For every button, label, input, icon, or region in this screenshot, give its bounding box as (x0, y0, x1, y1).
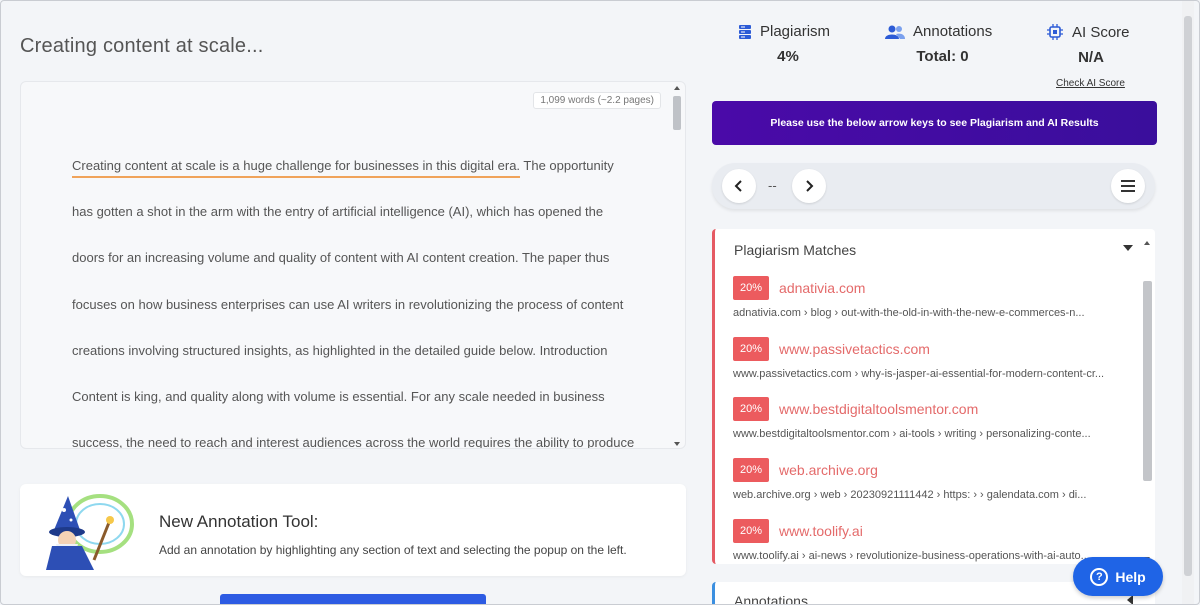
match-percent-badge: 20% (733, 397, 770, 421)
match-domain-link[interactable]: adnativia.com (779, 280, 865, 296)
chevron-right-icon (806, 180, 814, 192)
window-scrollbar[interactable] (1182, 1, 1194, 604)
help-button[interactable]: ? Help (1073, 557, 1163, 596)
word-count-badge: 1,099 words (~2.2 pages) (533, 92, 661, 109)
document-editor[interactable]: 1,099 words (~2.2 pages) Creating conten… (20, 81, 686, 449)
text-line: has gotten a shot in the arm with the en… (72, 204, 604, 220)
match-domain-link[interactable]: web.archive.org (779, 462, 878, 478)
chip-icon (1047, 24, 1063, 40)
ai-score-value: N/A (1078, 49, 1104, 66)
annotation-tool-description: Add an annotation by highlighting any se… (159, 543, 627, 557)
instruction-banner: Please use the below arrow keys to see P… (712, 101, 1157, 145)
match-item[interactable]: 20% www.passivetactics.com www.passiveta… (733, 337, 1123, 380)
ai-score-stat: AI Score N/A (1046, 23, 1136, 66)
scroll-up-arrow-icon[interactable] (674, 86, 680, 90)
app-window: Creating content at scale... 1,099 words… (0, 0, 1200, 605)
annotations-stat: Annotations Total: 0 (885, 23, 1000, 65)
annotation-tool-card: New Annotation Tool: Add an annotation b… (20, 484, 686, 576)
match-percent-badge: 20% (733, 458, 770, 482)
text-line: focuses on how business enterprises can … (72, 296, 624, 312)
plagiarism-matches-title: Plagiarism Matches (734, 242, 857, 258)
match-domain-link[interactable]: www.bestdigitaltoolsmentor.com (779, 401, 978, 417)
annotations-value: Total: 0 (916, 48, 969, 65)
plagiarism-label: Plagiarism (760, 23, 831, 40)
check-ai-score-link[interactable]: Check AI Score (1056, 78, 1125, 89)
match-path: www.passivetactics.com › why-is-jasper-a… (733, 368, 1105, 380)
wizard-mascot-icon (46, 494, 134, 570)
scroll-thumb[interactable] (1143, 281, 1152, 481)
match-percent-badge: 20% (733, 276, 770, 300)
match-path: www.bestdigitaltoolsmentor.com › ai-tool… (733, 428, 1091, 440)
match-percent-badge: 20% (733, 519, 770, 543)
text-line: Creating content at scale is a huge chal… (72, 143, 632, 189)
match-item[interactable]: 20% www.toolify.ai www.toolify.ai › ai-n… (733, 519, 1123, 562)
match-path: www.toolify.ai › ai-news › revolutionize… (733, 550, 1090, 562)
plagiarism-value: 4% (777, 48, 799, 65)
highlighted-sentence[interactable]: Creating content at scale is a huge chal… (72, 158, 521, 178)
matches-scrollbar[interactable] (1141, 241, 1153, 561)
match-item[interactable]: 20% web.archive.org web.archive.org › we… (733, 458, 1123, 501)
server-stack-icon (739, 24, 751, 39)
previous-button[interactable] (722, 169, 756, 203)
match-path: web.archive.org › web › 20230921111442 ›… (733, 489, 1087, 501)
annotation-tool-title: New Annotation Tool: (159, 512, 319, 531)
instruction-banner-text: Please use the below arrow keys to see P… (770, 117, 1099, 129)
caret-down-icon[interactable] (1123, 245, 1133, 251)
annotations-label: Annotations (913, 23, 993, 40)
document-title: Creating content at scale... (20, 35, 264, 57)
text-fragment: The opportunity (520, 158, 614, 173)
window-scroll-thumb[interactable] (1184, 16, 1192, 576)
plagiarism-matches-panel: Plagiarism Matches 20% adnativia.com adn… (712, 229, 1155, 564)
document-text[interactable]: Creating content at scale is a huge chal… (72, 143, 635, 449)
caret-left-icon[interactable] (1127, 595, 1133, 604)
plagiarism-stat: Plagiarism 4% (738, 23, 838, 65)
scroll-down-arrow-icon[interactable] (674, 442, 680, 446)
ai-score-label: AI Score (1072, 23, 1130, 41)
hamburger-menu-icon (1121, 180, 1135, 192)
scroll-thumb[interactable] (673, 96, 681, 130)
text-line: success, the need to reach and interest … (72, 435, 635, 449)
question-mark-icon: ? (1090, 567, 1109, 586)
scroll-up-arrow-icon[interactable] (1144, 241, 1150, 245)
match-item[interactable]: 20% adnativia.com adnativia.com › blog ›… (733, 276, 1123, 319)
results-navigation: -- (712, 163, 1155, 209)
users-icon (885, 25, 905, 39)
text-line: doors for an increasing volume and quali… (72, 250, 610, 266)
primary-action-button[interactable] (220, 594, 486, 604)
next-button[interactable] (792, 169, 826, 203)
annotations-panel-title: Annotations (734, 593, 808, 605)
editor-scrollbar[interactable] (671, 86, 683, 446)
match-domain-link[interactable]: www.toolify.ai (779, 523, 863, 539)
match-domain-link[interactable]: www.passivetactics.com (779, 341, 930, 357)
result-position: -- (768, 178, 777, 193)
match-path: adnativia.com › blog › out-with-the-old-… (733, 307, 1085, 319)
chevron-left-icon (734, 180, 742, 192)
text-line: Content is king, and quality along with … (72, 389, 605, 405)
match-percent-badge: 20% (733, 337, 770, 361)
text-line: creations involving structured insights,… (72, 342, 608, 358)
match-item[interactable]: 20% www.bestdigitaltoolsmentor.com www.b… (733, 397, 1123, 440)
help-label: Help (1115, 568, 1146, 585)
menu-button[interactable] (1111, 169, 1145, 203)
